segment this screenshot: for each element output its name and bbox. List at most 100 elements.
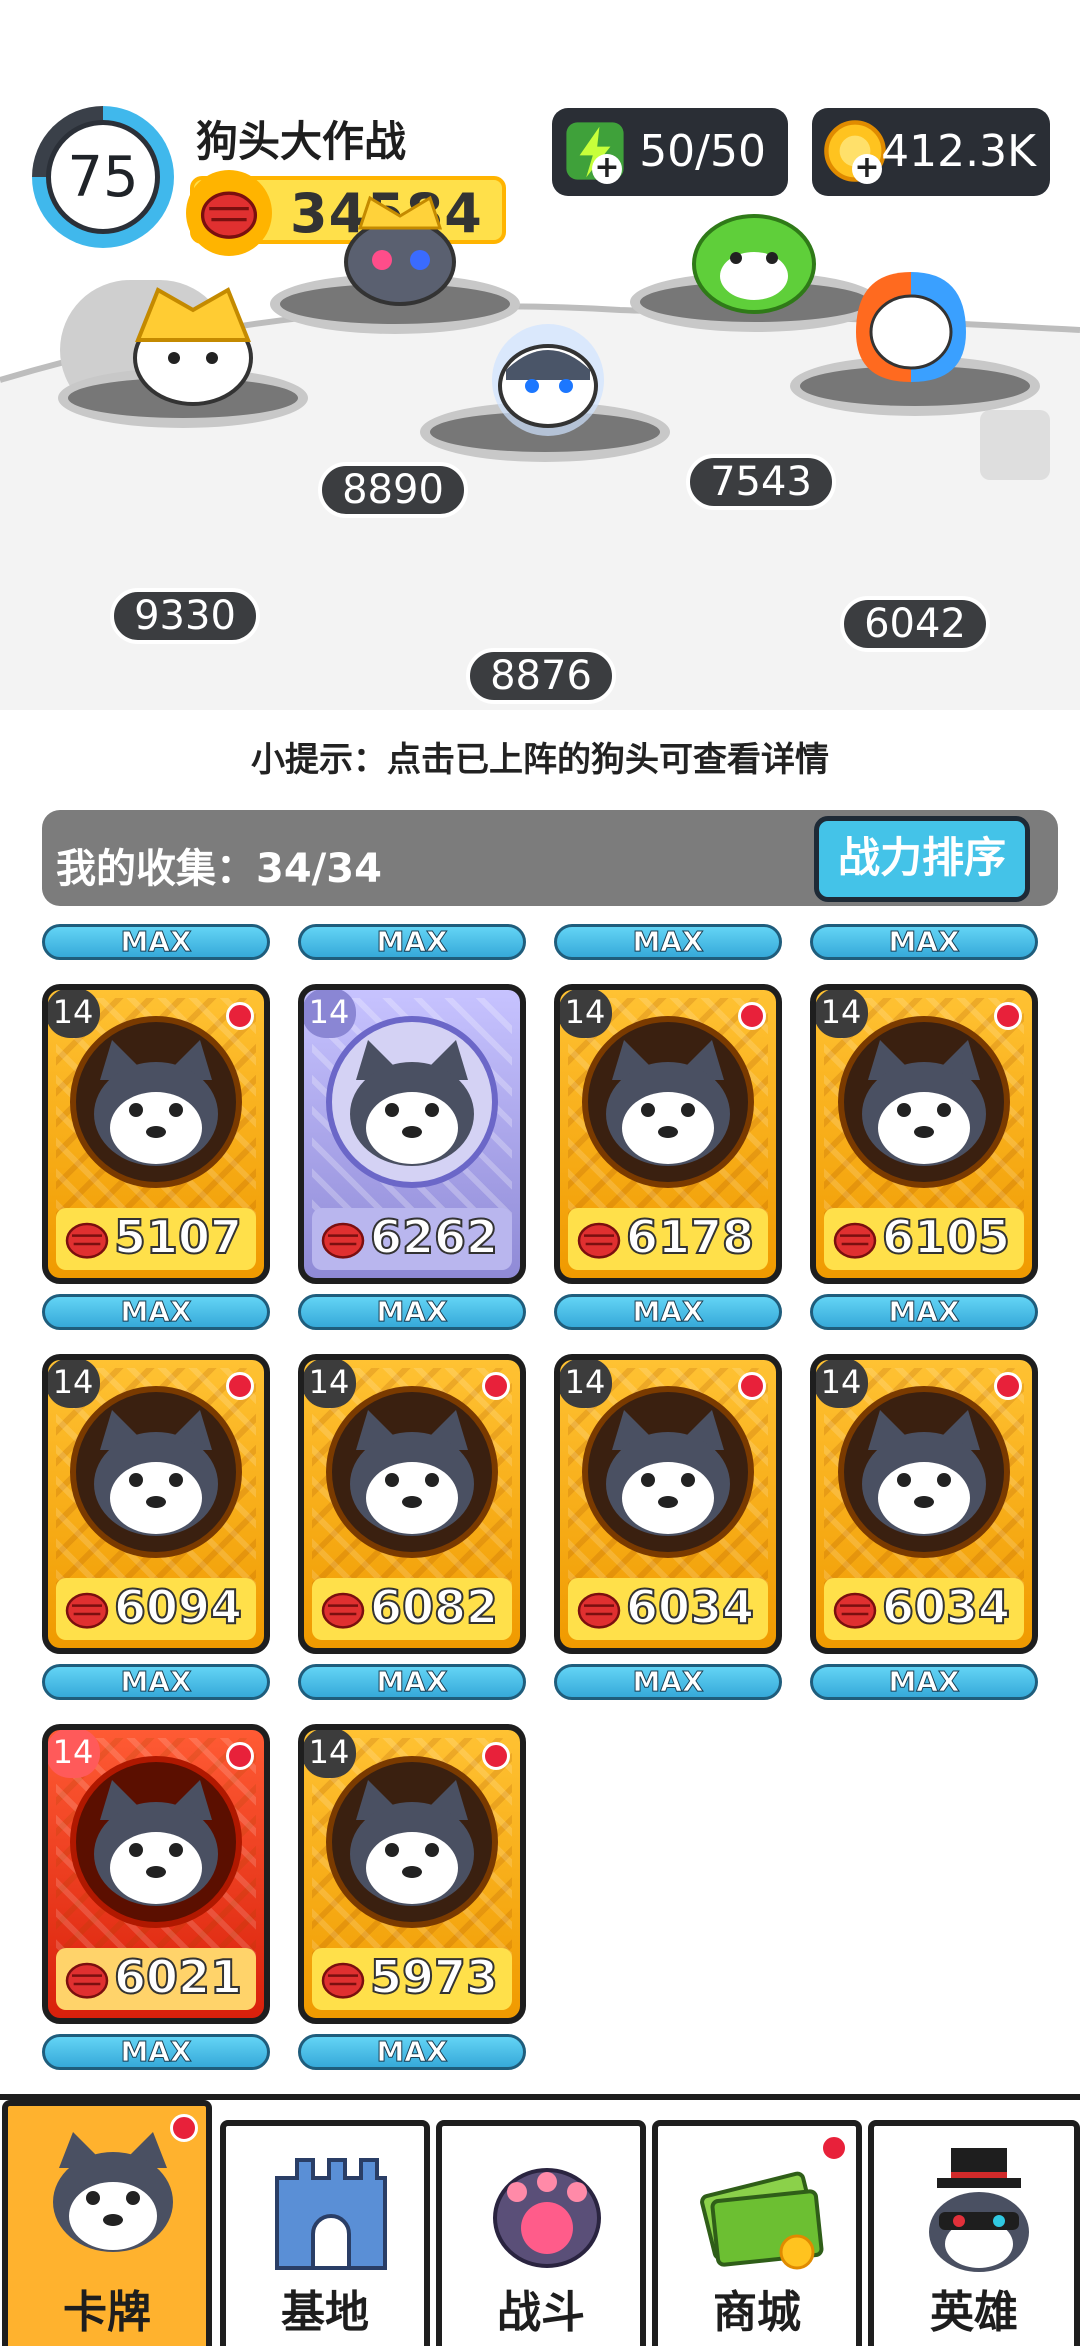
card-new-dot [226, 1742, 254, 1770]
husky-portrait-icon [606, 1040, 730, 1166]
max-level-bar: MAX [298, 924, 526, 960]
nav-tab-base-label: 基地 [281, 2287, 369, 2338]
husky-portrait-icon [862, 1040, 986, 1166]
money-shop-icon [700, 2171, 824, 2270]
max-level-bar: MAX [554, 1664, 782, 1700]
nav-tab-battle-label: 战斗 [497, 2287, 585, 2338]
card-portrait-frame [582, 1386, 754, 1558]
fist-power-icon [833, 1592, 877, 1629]
card-power-value: 6034 [625, 1579, 755, 1635]
hint-text: 小提示：点击已上阵的狗头可查看详情 [251, 740, 829, 780]
card-power-value: 6021 [113, 1949, 243, 2005]
collection-card[interactable]: 14 5973 [298, 1724, 526, 2024]
card-new-dot [738, 1372, 766, 1400]
husky-portrait-icon [606, 1410, 730, 1536]
card-power-value: 5107 [113, 1209, 243, 1265]
card-portrait-frame [326, 1016, 498, 1188]
max-level-bar: MAX [298, 1294, 526, 1330]
card-level-badge: 14 [560, 1360, 612, 1408]
max-level-bar: MAX [42, 1294, 270, 1330]
card-power-value: 6034 [881, 1579, 1011, 1635]
nav-tab-shop[interactable]: 商城 [652, 2120, 862, 2346]
lineup-dog-1[interactable] [118, 280, 268, 410]
add-coin-icon[interactable]: + [852, 153, 882, 184]
collection-card[interactable]: 14 6105 [810, 984, 1038, 1284]
max-level-bar: MAX [298, 2034, 526, 2070]
hero-dog-icon [929, 2148, 1029, 2272]
collection-card[interactable]: 14 6082 [298, 1354, 526, 1654]
husky-portrait-icon [350, 1780, 474, 1906]
card-level-badge: 14 [304, 990, 356, 1038]
nav-tab-cards[interactable]: 卡牌 [2, 2100, 212, 2346]
fist-power-icon [833, 1222, 877, 1259]
nav-tab-cards-label: 卡牌 [63, 2287, 151, 2338]
paw-icon [493, 2168, 601, 2268]
card-power-box: 6262 [312, 1208, 512, 1270]
coin-counter[interactable]: + 412.3K [812, 108, 1050, 196]
husky-portrait-icon [94, 1040, 218, 1166]
card-portrait-frame [70, 1016, 242, 1188]
husky-portrait-icon [94, 1410, 218, 1536]
husky-portrait-icon [350, 1040, 474, 1166]
add-energy-icon[interactable]: + [592, 153, 622, 184]
card-new-dot [994, 1372, 1022, 1400]
card-level-badge: 14 [48, 990, 100, 1038]
castle-icon [275, 2158, 387, 2270]
collection-card[interactable]: 14 6034 [810, 1354, 1038, 1654]
card-portrait-frame [838, 1016, 1010, 1188]
collection-count: 我的收集：34/34 [56, 846, 382, 892]
max-level-bar: MAX [810, 1294, 1038, 1330]
collection-card[interactable]: 14 6094 [42, 1354, 270, 1654]
collection-card[interactable]: 14 6034 [554, 1354, 782, 1654]
card-power-value: 5973 [369, 1949, 499, 2005]
collection-card[interactable]: 14 6178 [554, 984, 782, 1284]
nav-tab-shop-label: 商城 [713, 2287, 801, 2338]
nav-tab-base[interactable]: 基地 [220, 2120, 430, 2346]
collection-card[interactable]: 14 6021 [42, 1724, 270, 2024]
max-level-bar: MAX [810, 1664, 1038, 1700]
card-portrait-frame [838, 1386, 1010, 1558]
fist-power-icon [577, 1592, 621, 1629]
lineup-dog-4[interactable] [684, 198, 824, 318]
energy-value: 50/50 [639, 126, 766, 177]
lineup-dog-3[interactable] [478, 320, 618, 440]
fist-power-icon [186, 170, 272, 256]
collection-card[interactable]: 14 5107 [42, 984, 270, 1284]
lineup-dog-2[interactable] [330, 188, 470, 308]
card-power-box: 6082 [312, 1578, 512, 1640]
collection-card[interactable]: 14 6262 [298, 984, 526, 1284]
sort-by-power-button[interactable]: 战力排序 [814, 816, 1030, 902]
card-new-dot [994, 1002, 1022, 1030]
fist-power-icon [577, 1222, 621, 1259]
max-level-bar: MAX [554, 1294, 782, 1330]
energy-counter[interactable]: + 50/50 [552, 108, 788, 196]
husky-portrait-icon [350, 1410, 474, 1536]
card-new-dot [482, 1742, 510, 1770]
nav-tab-hero[interactable]: 英雄 [868, 2120, 1080, 2346]
fist-power-icon [65, 1962, 109, 1999]
lineup-dog-5[interactable] [836, 262, 986, 392]
card-portrait-frame [70, 1386, 242, 1558]
max-level-bar: MAX [42, 924, 270, 960]
nav-tab-battle[interactable]: 战斗 [436, 2120, 646, 2346]
nav-cards-badge [170, 2114, 198, 2142]
card-power-box: 5973 [312, 1948, 512, 2010]
husky-portrait-icon [94, 1780, 218, 1906]
card-power-box: 6094 [56, 1578, 256, 1640]
lineup-score-2: 8890 [318, 462, 468, 518]
player-level-ring[interactable]: 75 [32, 106, 174, 248]
fist-power-icon [321, 1222, 365, 1259]
max-level-bar: MAX [298, 1664, 526, 1700]
collection-bar: 我的收集：34/34 战力排序 [42, 810, 1058, 906]
card-portrait-frame [70, 1756, 242, 1928]
husky-portrait-icon [862, 1410, 986, 1536]
card-power-value: 6094 [113, 1579, 243, 1635]
lineup-score-3: 8876 [466, 648, 616, 704]
player-level: 75 [46, 120, 160, 234]
fist-power-icon [65, 1592, 109, 1629]
max-level-bar: MAX [810, 924, 1038, 960]
max-level-bar: MAX [42, 2034, 270, 2070]
card-power-box: 6178 [568, 1208, 768, 1270]
max-level-bar: MAX [554, 924, 782, 960]
player-name: 狗头大作战 [196, 117, 407, 166]
